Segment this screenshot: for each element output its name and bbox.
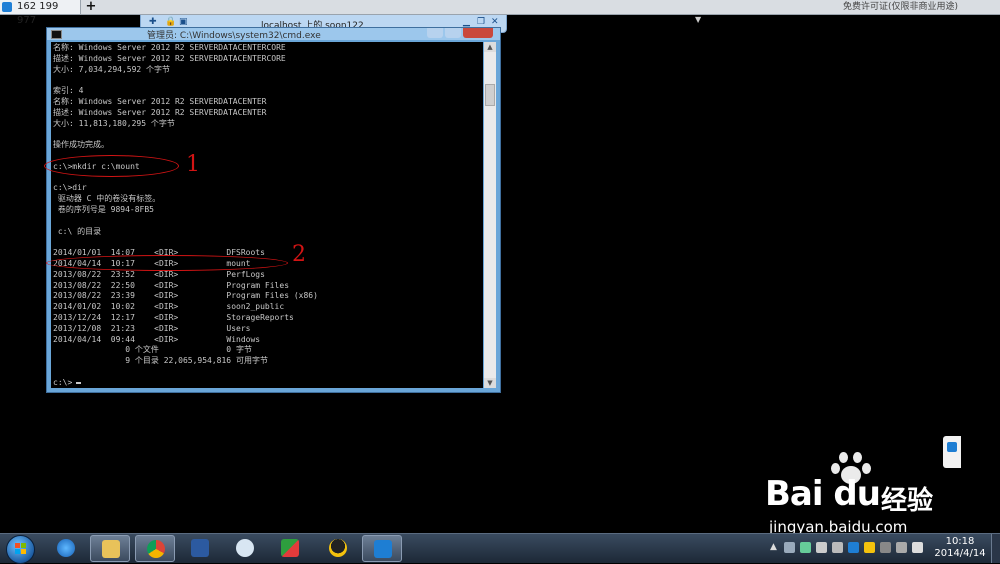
text-cursor [76,382,81,384]
chevron-down-icon[interactable]: ▼ [695,15,701,24]
taskbar-explorer[interactable] [90,535,130,562]
scroll-thumb[interactable] [485,84,495,106]
clock-time: 10:18 [945,536,975,547]
sync-icon[interactable] [800,542,811,553]
app-icon [281,539,299,557]
remote-session-tab[interactable]: 162 199 977 [0,0,81,26]
console-line: 描述: Windows Server 2012 R2 SERVERDATACEN… [53,107,267,117]
ie-icon [57,539,75,557]
taskbar-search-tool[interactable] [225,535,265,562]
notification-icon[interactable] [864,542,875,553]
console-line: 名称: Windows Server 2012 R2 SERVERDATACEN… [53,43,286,52]
console-line: c:\ 的目录 [53,226,102,236]
new-tab-button[interactable]: + [84,0,98,14]
close-button[interactable] [463,28,493,38]
explorer-icon [102,540,120,558]
console-line: 2013/12/08 21:23 <DIR> Users [53,323,251,333]
maximize-button[interactable] [445,28,461,38]
console-line: 2014/01/02 10:02 <DIR> soon2_public [53,302,285,312]
taskbar-chrome[interactable] [135,535,175,562]
clock[interactable]: 10:18 2014/4/14 [930,536,990,560]
minimize-icon[interactable]: ▁ [463,18,472,27]
teamviewer-tray-icon[interactable] [848,542,859,553]
console-line: c:\>dir [53,183,87,193]
taskbar-teamviewer[interactable] [362,535,402,562]
cmd-scrollbar[interactable]: ▲ ▼ [484,42,496,388]
scroll-up-icon[interactable]: ▲ [484,42,496,52]
cmd-window: 管理员: C:\Windows\system32\cmd.exe 名称: Win… [46,27,501,393]
show-desktop-button[interactable] [991,534,1000,563]
remote-session-id: 162 199 977 [17,1,59,26]
console-line: 9 个目录 22,065,954,816 可用字节 [53,356,268,366]
console-line: 大小: 7,034,294,592 个字节 [53,64,171,74]
teamviewer-icon [947,442,957,452]
volume-icon[interactable] [912,542,923,553]
cmd-console[interactable]: 名称: Windows Server 2012 R2 SERVERDATACEN… [51,42,483,388]
console-line: 名称: Windows Server 2012 R2 SERVERDATACEN… [53,97,267,106]
console-line: 大小: 11,813,180,295 个字节 [53,118,175,128]
jingyan-text: 经验 [881,486,934,516]
search-tool-icon [236,539,254,557]
console-line: 驱动器 C 中的卷没有标签。 [53,194,161,204]
console-line: 描述: Windows Server 2012 R2 SERVERDATACEN… [53,53,286,63]
console-line: c:\> [53,377,73,387]
pin-icon[interactable]: ✚ [149,18,158,27]
taskbar-ie[interactable] [46,535,86,562]
annotation-ellipse-mount [46,255,288,271]
license-notice: 免费许可证(仅限非商业用途) [842,2,958,12]
taskbar-app[interactable] [270,535,310,562]
cmd-title: 管理员: C:\Windows\system32\cmd.exe [147,31,321,41]
annotation-number-1: 1 [186,152,200,177]
remote-tab-bar: 162 199 977 + 免费许可证(仅限非商业用途) [0,0,1000,26]
console-line: 2014/04/14 09:44 <DIR> Windows [53,334,261,344]
network-status-icon[interactable] [896,542,907,553]
tray-expand-icon[interactable]: ▲ [770,542,781,553]
console-line: 2013/12/24 12:17 <DIR> StorageReports [53,313,294,322]
console-line: 索引: 4 [53,86,84,96]
console-line: 0 个文件 0 字节 [53,345,252,355]
network-icon[interactable] [816,542,827,553]
monitor-icon[interactable]: ▣ [179,18,188,27]
close-icon[interactable]: ✕ [491,18,500,27]
minimize-button[interactable] [427,28,443,38]
taskbar: ▲ 10:18 2014/4/14 [0,533,1000,564]
console-line: 2013/08/22 22:50 <DIR> Program Files [53,280,290,290]
console-line: 卷的序列号是 9894-8FB5 [53,205,154,214]
flag-icon[interactable] [880,542,891,553]
cmd-title-bar[interactable]: 管理员: C:\Windows\system32\cmd.exe [47,28,500,41]
windows-logo-icon [15,543,26,554]
restore-icon[interactable]: ❐ [477,18,486,27]
cmd-icon [51,30,62,39]
display-icon[interactable] [832,542,843,553]
teamviewer-icon [374,540,392,558]
keyboard-icon[interactable] [784,542,795,553]
taskbar-qq[interactable] [318,535,358,562]
annotation-number-2: 2 [292,242,306,267]
console-line: 操作成功完成。 [53,140,109,150]
console-line: 2013/08/22 23:39 <DIR> Program Files (x8… [53,291,318,301]
scroll-down-icon[interactable]: ▼ [484,378,496,388]
console-line: 2013/08/22 23:52 <DIR> PerfLogs [53,269,265,279]
baidu-watermark: Bai du 经验 jingyan.baidu.com [765,452,985,542]
powershell-icon [191,539,209,557]
taskbar-powershell[interactable] [180,535,220,562]
lock-icon[interactable]: 🔒 [165,18,176,27]
annotation-ellipse-mkdir [44,155,179,177]
chrome-icon [147,540,165,558]
start-button[interactable] [6,535,35,564]
qq-icon [329,539,347,557]
baidu-brand-text: Bai du [765,474,881,514]
clock-date: 2014/4/14 [934,548,986,559]
teamviewer-icon [2,2,12,12]
